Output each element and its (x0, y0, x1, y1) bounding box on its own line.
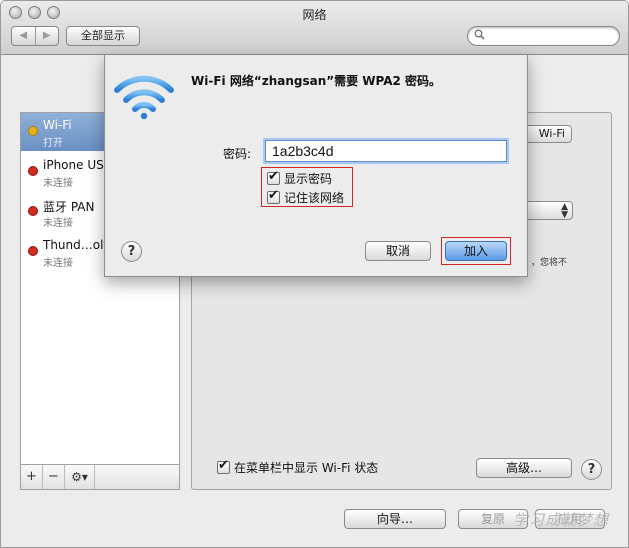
password-field[interactable]: 1a2b3c4d (265, 140, 507, 162)
back-arrow-icon[interactable]: ◀ (12, 27, 35, 45)
remember-network-checkbox[interactable] (267, 188, 280, 204)
join-button[interactable]: 加入 (445, 241, 507, 261)
service-name: iPhone USB (43, 158, 112, 172)
assistant-button[interactable]: 向导… (344, 509, 446, 529)
menubar-checkbox-label: 在菜单栏中显示 Wi-Fi 状态 (234, 461, 379, 475)
service-status: 未连接 (43, 178, 73, 189)
network-preferences-window: 网络 ◀ ▶ 全部显示 Wi-Fi 打开 iPhone USB 未连接 蓝牙 P… (0, 0, 629, 548)
help-button[interactable]: ? (581, 459, 602, 480)
watermark: 学习成就梦想 (513, 511, 610, 529)
service-name: 蓝牙 PAN (43, 200, 95, 214)
service-list-toolbar: + − ⚙▾ (20, 464, 180, 490)
status-dot-icon (28, 246, 38, 256)
menubar-checkbox[interactable] (217, 458, 230, 474)
back-forward-control: ◀ ▶ (11, 26, 59, 46)
advanced-button[interactable]: 高级… (476, 458, 572, 478)
status-dot-icon (28, 126, 38, 136)
show-password-option[interactable]: 显示密码 (267, 169, 333, 187)
password-label: 密码: (223, 147, 252, 161)
sheet-title: Wi-Fi 网络“zhangsan”需要 WPA2 密码。 (191, 74, 442, 88)
show-wifi-in-menubar-option[interactable]: 在菜单栏中显示 Wi-Fi 状态 (217, 458, 379, 476)
remember-network-option[interactable]: 记住该网络 (267, 188, 345, 206)
service-status: 未连接 (43, 258, 73, 269)
search-field[interactable] (467, 26, 620, 46)
service-name: Thund…olt (43, 238, 109, 252)
title-bar: 网络 ◀ ▶ 全部显示 (1, 1, 628, 55)
gear-icon[interactable]: ⚙▾ (65, 465, 95, 489)
status-dot-icon (28, 206, 38, 216)
show-all-button[interactable]: 全部显示 (66, 26, 140, 46)
wifi-icon (114, 75, 174, 120)
service-status: 打开 (43, 138, 63, 149)
sheet-help-button[interactable]: ? (121, 241, 142, 262)
show-password-checkbox[interactable] (267, 169, 280, 185)
service-status: 未连接 (43, 218, 73, 229)
ask-to-join-hint: ，您将不 (531, 258, 568, 268)
add-service-button[interactable]: + (21, 465, 43, 489)
search-icon (474, 29, 485, 40)
status-dot-icon (28, 166, 38, 176)
remove-service-button[interactable]: − (43, 465, 65, 489)
cancel-button[interactable]: 取消 (365, 241, 431, 261)
service-name: Wi-Fi (43, 118, 72, 132)
window-title: 网络 (302, 8, 327, 22)
show-password-label: 显示密码 (284, 172, 333, 186)
up-down-arrows-icon: ▲ ▼ (561, 202, 568, 220)
remember-network-label: 记住该网络 (284, 191, 345, 205)
forward-arrow-icon[interactable]: ▶ (34, 27, 59, 45)
